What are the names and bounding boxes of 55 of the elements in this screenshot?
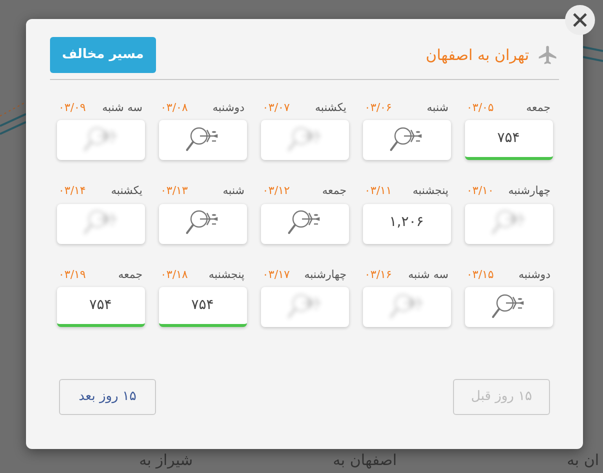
- day-name: دوشنبه: [518, 266, 550, 283]
- empty-cell[interactable]: [260, 287, 348, 327]
- background-text: ان به: [566, 452, 599, 471]
- day-name: دوشنبه: [212, 100, 244, 116]
- day-date: ۰۳/۰۵: [466, 100, 494, 116]
- day-date: ۰۳/۰۶: [364, 100, 392, 116]
- next-days-button[interactable]: ۱۵ روز بعد: [59, 379, 156, 415]
- empty-cell[interactable]: [56, 204, 144, 244]
- day-date: ۰۳/۱۸: [160, 266, 188, 282]
- day-date: ۰۳/۱۱: [364, 183, 392, 199]
- day-name: شنبه: [222, 183, 244, 199]
- day-date: ۰۳/۱۰: [466, 183, 494, 199]
- empty-cell[interactable]: [56, 120, 144, 160]
- day-name: پنجشنبه: [208, 266, 244, 283]
- price-cell[interactable]: ۱,۲۰۶: [362, 204, 450, 244]
- day-name: جمعه: [118, 266, 142, 282]
- close-icon: [572, 12, 588, 28]
- day-date: ۰۳/۱۷: [262, 266, 290, 282]
- day-date: ۰۳/۰۹: [58, 100, 86, 116]
- day-date: ۰۳/۱۴: [58, 183, 86, 199]
- day-name: چهارشنبه: [304, 266, 346, 283]
- search-cell[interactable]: [158, 204, 246, 244]
- search-cell[interactable]: [260, 204, 348, 244]
- day-date: ۰۳/۰۸: [160, 100, 188, 116]
- day-name: سه شنبه: [408, 266, 448, 282]
- search-cell[interactable]: [464, 287, 552, 327]
- empty-cell[interactable]: [464, 204, 552, 244]
- day-date: ۰۳/۱۹: [58, 266, 86, 282]
- price-cell[interactable]: ۷۵۴: [56, 287, 144, 327]
- airplane-icon: [537, 44, 559, 66]
- day-name: چهارشنبه: [508, 183, 550, 199]
- empty-cell[interactable]: [260, 120, 348, 160]
- route-lines-drawing: [583, 46, 603, 62]
- day-name: جمعه: [322, 183, 346, 199]
- empty-cell[interactable]: [362, 287, 450, 327]
- price-cell[interactable]: ۷۵۴: [158, 287, 246, 327]
- search-cell[interactable]: [362, 120, 450, 160]
- day-name: جمعه: [526, 100, 550, 116]
- background-text: اصفهان به: [332, 452, 397, 471]
- day-name: شنبه: [426, 100, 448, 116]
- day-name: پنجشنبه: [412, 183, 448, 199]
- route-lines-drawing: [0, 100, 26, 136]
- day-date: ۰۳/۱۶: [364, 266, 392, 282]
- search-cell[interactable]: [158, 120, 246, 160]
- day-date: ۰۳/۰۷: [262, 100, 290, 116]
- day-name: سه شنبه: [102, 100, 142, 116]
- day-date: ۰۳/۱۳: [160, 183, 188, 199]
- price-cell[interactable]: ۷۵۴: [464, 120, 552, 160]
- day-name: یکشنبه: [315, 100, 346, 116]
- route-title: تهران به اصفهان: [426, 44, 529, 66]
- background-text: شیراز به: [139, 452, 193, 471]
- close-button[interactable]: [565, 5, 595, 35]
- day-date: ۰۳/۱۲: [262, 183, 290, 199]
- day-date: ۰۳/۱۵: [466, 266, 494, 282]
- day-name: یکشنبه: [111, 183, 142, 199]
